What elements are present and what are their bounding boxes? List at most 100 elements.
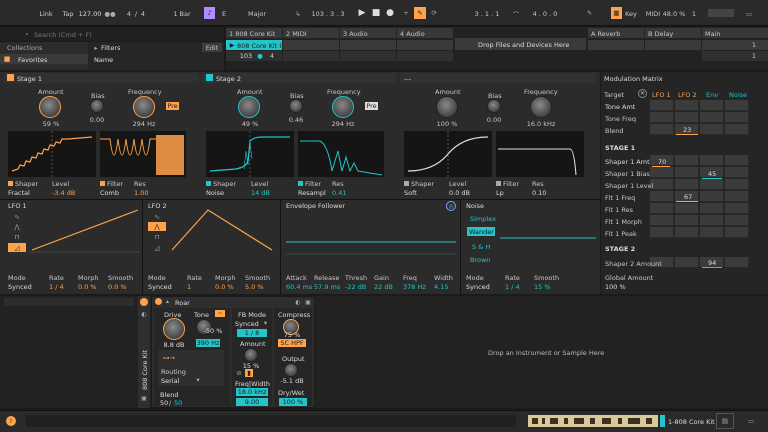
roar-drywet-value[interactable]: 100 % bbox=[279, 398, 307, 406]
mod-matrix-cell[interactable] bbox=[675, 112, 699, 123]
roar-drive-knob[interactable] bbox=[163, 318, 185, 340]
edit-filters-button[interactable]: Edit bbox=[202, 43, 222, 52]
key-map-button[interactable]: Key bbox=[623, 8, 639, 19]
loop-length-display[interactable]: 4 . 0 . 0 bbox=[528, 8, 562, 19]
mod-matrix-cell[interactable] bbox=[650, 167, 674, 178]
mod-matrix-cell[interactable] bbox=[700, 112, 724, 123]
stage3-amount-knob[interactable] bbox=[436, 96, 458, 118]
clip-play-icon[interactable]: ▶ bbox=[228, 41, 236, 49]
lfo2-saw-icon[interactable]: ◿ bbox=[148, 243, 166, 252]
roar-blend-a[interactable]: 50 bbox=[160, 399, 168, 407]
mod-col-lfo1[interactable]: LFO 1 bbox=[652, 91, 671, 99]
mod-matrix-cell[interactable] bbox=[650, 215, 674, 226]
mod-matrix-cell[interactable] bbox=[650, 100, 674, 111]
track-1-solo-icon[interactable]: ● bbox=[256, 52, 264, 60]
clip-slot-3[interactable] bbox=[340, 40, 396, 50]
stage1-shaper-select[interactable]: Fractal bbox=[8, 189, 30, 197]
global-amount-value[interactable]: 100 % bbox=[605, 283, 626, 291]
mod-matrix-cell[interactable] bbox=[725, 215, 749, 226]
mod-matrix-cell[interactable] bbox=[650, 227, 674, 238]
midi-map-button[interactable]: MIDI bbox=[644, 8, 662, 19]
lfo1-triangle-icon[interactable]: ⋀ bbox=[8, 222, 26, 231]
roar-routing-arrow-icon[interactable]: ▾ bbox=[194, 376, 202, 384]
roar-output-knob[interactable] bbox=[284, 363, 298, 377]
search-input[interactable]: Search (Cmd + F) bbox=[34, 31, 92, 39]
env-attack-value[interactable]: 60.4 ms bbox=[286, 283, 312, 291]
stop-icon[interactable]: ■ bbox=[370, 7, 382, 19]
track-1-number[interactable]: 103 bbox=[238, 52, 254, 60]
main-slot[interactable] bbox=[702, 40, 768, 50]
mod-matrix-cell[interactable] bbox=[675, 155, 699, 166]
info-icon[interactable]: ! bbox=[6, 416, 16, 426]
mod-matrix-cell[interactable] bbox=[725, 155, 749, 166]
roar-routing-select[interactable]: Serial bbox=[161, 377, 179, 385]
mod-matrix-cell[interactable] bbox=[725, 257, 749, 268]
mod-col-lfo2[interactable]: LFO 2 bbox=[678, 91, 697, 99]
stage3-bias-knob[interactable] bbox=[487, 99, 501, 113]
roar-fb-gate-icon[interactable]: ▮ bbox=[245, 369, 253, 377]
overdub-icon[interactable]: + bbox=[400, 7, 412, 19]
mod-matrix-cell[interactable] bbox=[700, 203, 724, 214]
lfo2-sine-icon[interactable]: ∿ bbox=[148, 212, 166, 221]
env-gain-value[interactable]: 22 dB bbox=[374, 283, 393, 291]
key-map-icon[interactable]: ▦ bbox=[611, 7, 622, 19]
detail-view-icon[interactable]: ▤ bbox=[716, 413, 734, 429]
mod-matrix-cell[interactable] bbox=[725, 100, 749, 111]
quantize-select[interactable]: 1 Bar bbox=[170, 8, 194, 19]
mod-matrix-cell[interactable] bbox=[675, 257, 699, 268]
clip-slot-4[interactable] bbox=[397, 40, 453, 50]
roar-settings-icon[interactable]: ◐ bbox=[294, 298, 302, 306]
loop-icon[interactable]: ⌒ bbox=[510, 8, 522, 19]
mod-matrix-cell[interactable] bbox=[725, 191, 749, 202]
roar-freqwidth-value-2[interactable]: 9.00 bbox=[236, 398, 268, 406]
time-sig-num[interactable]: 4 bbox=[125, 8, 133, 19]
return-a-slot[interactable] bbox=[588, 40, 644, 50]
roar-freqwidth-value[interactable]: 18.0 kHz bbox=[236, 388, 268, 396]
stage2-res-value[interactable]: 0.41 bbox=[332, 189, 346, 197]
roar-strip-icon[interactable]: ◐ bbox=[140, 310, 148, 318]
mod-matrix-cell[interactable] bbox=[700, 227, 724, 238]
lfo2-square-icon[interactable]: ⊓ bbox=[148, 232, 166, 241]
stage2-freq-value[interactable]: 294 Hz bbox=[331, 120, 355, 128]
roar-fb-select[interactable]: Synced bbox=[235, 320, 259, 328]
env-freq-value[interactable]: 378 Hz bbox=[403, 283, 426, 291]
lfo1-mode-select[interactable]: Synced bbox=[8, 283, 32, 291]
stage3-freq-knob[interactable] bbox=[530, 96, 552, 118]
lfo1-square-icon[interactable]: ⊓ bbox=[8, 232, 26, 241]
noise-type-brown[interactable]: Brown bbox=[470, 256, 490, 264]
filters-label[interactable]: Filters bbox=[101, 44, 120, 52]
mod-matrix-cell[interactable] bbox=[675, 203, 699, 214]
noise-rate-value[interactable]: 1 / 4 bbox=[505, 283, 520, 291]
draw-mode-icon[interactable]: ✎ bbox=[584, 7, 595, 19]
scale-mode-icon[interactable]: ♪ bbox=[204, 7, 215, 19]
mod-matrix-cell[interactable] bbox=[725, 179, 749, 190]
roar-blend-b[interactable]: 50 bbox=[174, 399, 182, 407]
lfo1-rate-value[interactable]: 1 / 4 bbox=[49, 283, 64, 291]
stage3-res-value[interactable]: 0.10 bbox=[532, 189, 546, 197]
stage2-shaper-select[interactable]: Noise bbox=[206, 189, 224, 197]
loop-start-display[interactable]: 3 . 1 . 1 bbox=[470, 8, 504, 19]
stage2-level-value[interactable]: 14 dB bbox=[251, 189, 270, 197]
mod-matrix-cell[interactable] bbox=[675, 100, 699, 111]
stage2-amount-knob[interactable] bbox=[238, 96, 260, 118]
roar-save-icon[interactable]: ▣ bbox=[140, 394, 148, 402]
roar-drive-value[interactable]: 8.8 dB bbox=[160, 341, 188, 349]
lfo2-morph-value[interactable]: 0.0 % bbox=[215, 283, 234, 291]
mod-matrix-cell[interactable] bbox=[675, 227, 699, 238]
key-select[interactable]: E bbox=[218, 8, 230, 19]
mod-matrix-cell[interactable] bbox=[725, 112, 749, 123]
stage3-filter-select[interactable]: Lp bbox=[496, 189, 504, 197]
roar-fb-invert-icon[interactable]: ⊘ bbox=[235, 369, 243, 377]
roar-save-preset-icon[interactable]: ▣ bbox=[304, 298, 312, 306]
mod-matrix-cell[interactable] bbox=[725, 167, 749, 178]
clip-slot-3b[interactable] bbox=[340, 51, 396, 61]
roar-amount-knob[interactable] bbox=[244, 348, 258, 362]
position-display[interactable]: 103 . 3 . 3 bbox=[305, 8, 351, 19]
env-thresh-value[interactable]: -22 dB bbox=[345, 283, 366, 291]
stage2-bias-knob[interactable] bbox=[289, 99, 303, 113]
stage2-power-icon[interactable] bbox=[206, 74, 213, 81]
metronome-icon[interactable]: ●● bbox=[104, 8, 116, 19]
mod-matrix-cell[interactable] bbox=[725, 203, 749, 214]
mod-matrix-cell[interactable] bbox=[700, 155, 724, 166]
mod-matrix-clear-icon[interactable]: ✕ bbox=[638, 89, 647, 98]
